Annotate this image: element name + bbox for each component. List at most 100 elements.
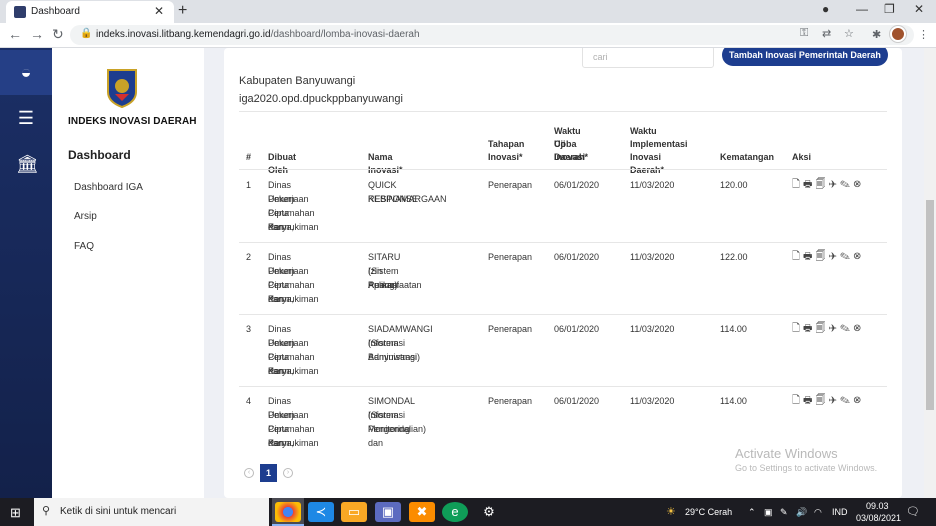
header-divider <box>239 169 887 170</box>
chrome-app-icon[interactable] <box>275 502 301 522</box>
implementation-date: 11/03/2020 <box>630 180 675 190</box>
notifications-icon[interactable]: 🗨 <box>906 505 920 518</box>
taskbar-search-input[interactable]: ⚲ Ketik di sini untuk mencari <box>34 498 269 526</box>
forward-icon[interactable]: → <box>30 26 44 42</box>
innovation-name: Banyuwangi) <box>368 352 421 362</box>
network-icon[interactable]: ▣ <box>764 507 773 518</box>
back-icon[interactable]: ← <box>8 26 22 42</box>
key-icon[interactable]: ⚿ <box>800 27 808 40</box>
windows-start-icon[interactable]: ⊞ <box>10 505 21 521</box>
created-by: Permukiman <box>268 366 319 376</box>
column-header: Tahapan <box>488 139 525 149</box>
implementation-date: 11/03/2020 <box>630 324 675 334</box>
database-icon[interactable]: ☰ <box>16 108 36 129</box>
row-action-icons[interactable]: 🗋🖶🗐✈✎⊗ <box>792 249 864 266</box>
extensions-icon[interactable]: ✱ <box>872 28 881 41</box>
row-number: 4 <box>246 396 252 406</box>
new-tab-icon[interactable]: + <box>178 2 187 20</box>
search-input[interactable]: cari <box>582 48 714 68</box>
innovation-name: Ruang) <box>368 280 398 290</box>
innovation-stage: Penerapan <box>488 252 533 262</box>
file-explorer-icon[interactable]: ▭ <box>341 502 367 522</box>
row-action-icons[interactable]: 🗋🖶🗐✈✎⊗ <box>792 177 864 194</box>
scrollbar-thumb[interactable] <box>926 200 934 410</box>
browser-tab-bar: Dashboard ✕ + ● — ❐ ✕ <box>0 0 936 23</box>
trial-date: 06/01/2020 <box>554 252 600 262</box>
prev-page-icon[interactable]: ‹ <box>244 468 254 478</box>
created-by: Permukiman <box>268 294 319 304</box>
sidebar-item-arsip[interactable]: Arsip <box>74 211 97 222</box>
address-bar[interactable]: 🔒 indeks.inovasi.litbang.kemendagri.go.i… <box>70 25 914 45</box>
trial-date: 06/01/2020 <box>554 180 600 190</box>
row-divider <box>239 242 887 243</box>
close-icon[interactable]: ✕ <box>154 4 164 18</box>
search-icon: ⚲ <box>42 505 51 517</box>
innovation-stage: Penerapan <box>488 396 533 406</box>
innovation-name: Pengendalian) <box>368 424 427 434</box>
vscode-app-icon[interactable]: ≺ <box>308 502 334 522</box>
innovation-stage: Penerapan <box>488 324 533 334</box>
column-header: Dibuat Oleh <box>268 152 296 175</box>
column-header: Implementasi <box>630 139 688 149</box>
bookmark-star-icon[interactable]: ☆ <box>844 27 854 40</box>
edge-app-icon[interactable]: e <box>442 502 468 522</box>
browser-tab[interactable]: Dashboard ✕ <box>6 1 174 23</box>
institution-icon[interactable]: 🏛 <box>16 154 39 175</box>
column-header: Inovasi* <box>488 152 523 162</box>
column-header: Inovasi Daerah* <box>630 152 665 175</box>
minimize-icon[interactable]: — <box>856 2 868 16</box>
current-page-button[interactable]: 1 <box>260 464 277 482</box>
sidebar-item-dashboard-iga[interactable]: Dashboard IGA <box>74 182 143 193</box>
next-page-icon[interactable]: › <box>283 468 293 478</box>
column-header: Daerah* <box>554 152 589 162</box>
column-header: Nama Inovasi* <box>368 152 403 175</box>
row-action-icons[interactable]: 🗋🖶🗐✈✎⊗ <box>792 393 864 410</box>
app-area: ◒ ☰ 🏛 INDEKS INOVASI DAERAH Dashboard Da… <box>0 48 936 498</box>
column-header: Kematangan <box>720 152 775 162</box>
account-name: iga2020.opd.dpuckppbanyuwangi <box>239 93 403 105</box>
trial-date: 06/01/2020 <box>554 324 600 334</box>
window-close-icon[interactable]: ✕ <box>914 2 924 16</box>
trial-date: 06/01/2020 <box>554 396 600 406</box>
activation-watermark-text: Go to Settings to activate Windows. <box>735 463 878 473</box>
avatar[interactable] <box>890 26 906 42</box>
volume-icon[interactable]: 🔊 <box>796 507 807 518</box>
url-path: /dashboard/lomba-inovasi-daerah <box>270 29 420 40</box>
scrollbar[interactable] <box>924 48 936 498</box>
implementation-date: 11/03/2020 <box>630 396 675 406</box>
column-header: # <box>246 152 252 162</box>
activation-watermark-title: Activate Windows <box>735 446 838 461</box>
row-divider <box>239 314 887 315</box>
pen-icon[interactable]: ✎ <box>780 507 788 518</box>
xampp-app-icon[interactable]: ✖ <box>409 502 435 522</box>
settings-gear-icon[interactable]: ⚙ <box>476 502 502 522</box>
row-divider <box>239 386 887 387</box>
tray-chevron-icon[interactable]: ⌃ <box>748 507 756 518</box>
column-header: Waktu <box>630 126 657 136</box>
menu-icon[interactable]: ⋮ <box>918 28 929 41</box>
lock-icon[interactable]: 🔒 <box>80 28 92 39</box>
innovation-name: KEBINAMARGAAN <box>368 194 447 204</box>
clock-time[interactable]: 09.03 <box>866 501 889 511</box>
divider <box>239 111 887 112</box>
reload-icon[interactable]: ↻ <box>52 26 64 43</box>
add-innovation-button[interactable]: Tambah Inovasi Pemerintah Daerah <box>722 48 888 66</box>
sidebar-item-faq[interactable]: FAQ <box>74 241 94 252</box>
clock-date[interactable]: 03/08/2021 <box>856 513 901 523</box>
sidebar: INDEKS INOVASI DAERAH Dashboard Dashboar… <box>52 48 204 498</box>
region-name: Kabupaten Banyuwangi <box>239 75 356 87</box>
row-number: 3 <box>246 324 252 334</box>
row-action-icons[interactable]: 🗋🖶🗐✈✎⊗ <box>792 321 864 338</box>
weather-text[interactable]: 29°C Cerah <box>685 507 732 517</box>
profile-indicator-icon[interactable]: ● <box>822 2 829 16</box>
dashboard-gauge-icon[interactable]: ◒ <box>16 62 36 83</box>
wifi-icon[interactable]: ◠ <box>814 507 822 518</box>
restore-icon[interactable]: ❐ <box>884 2 895 16</box>
editor-app-icon[interactable]: ▣ <box>375 502 401 522</box>
sidebar-title[interactable]: Dashboard <box>68 148 131 162</box>
translate-icon[interactable]: ⇄ <box>822 27 831 40</box>
language-indicator[interactable]: IND <box>832 507 848 517</box>
maturity-score: 122.00 <box>720 252 748 262</box>
implementation-date: 11/03/2020 <box>630 252 675 262</box>
created-by: Permukiman <box>268 222 319 232</box>
